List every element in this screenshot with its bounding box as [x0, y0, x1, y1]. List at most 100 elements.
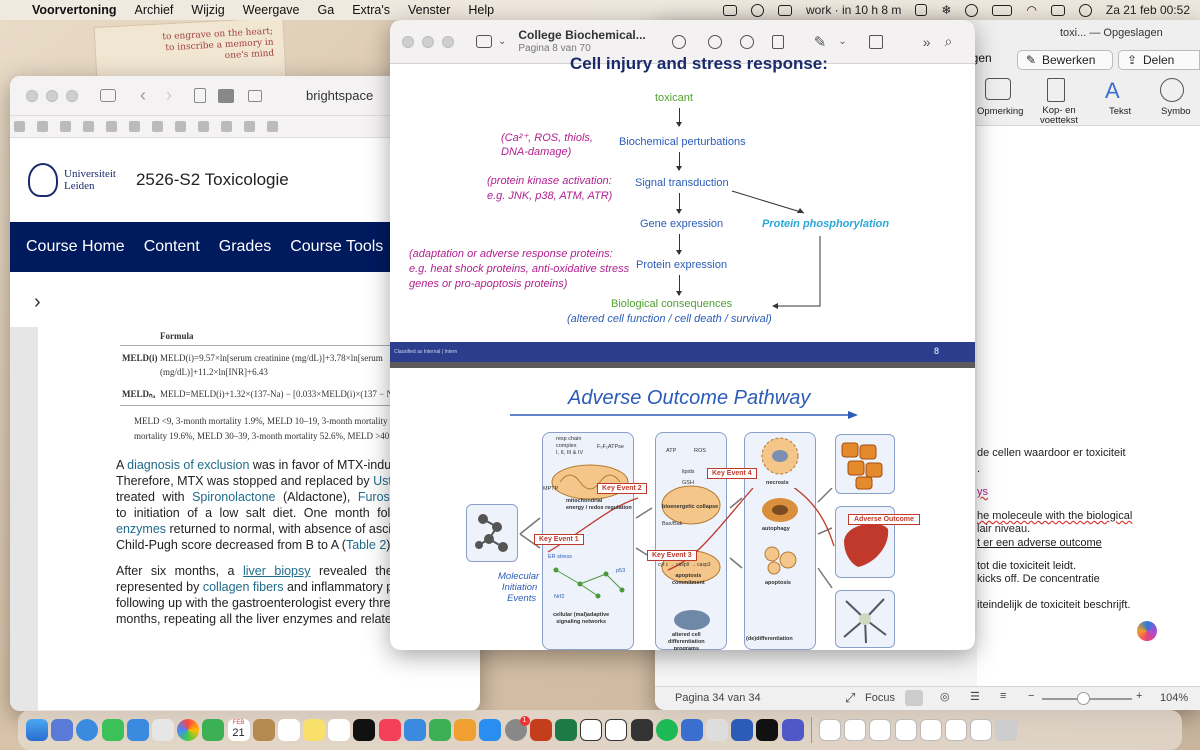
reminders-icon[interactable]: [277, 719, 300, 741]
back-icon[interactable]: ‹: [140, 85, 146, 106]
clock[interactable]: Za 21 feb 00:52: [1106, 3, 1190, 17]
snowflake-icon[interactable]: ❄: [941, 3, 951, 17]
wifi-icon[interactable]: ◠: [1026, 3, 1036, 17]
focus-icon[interactable]: ⤢: [845, 690, 855, 706]
comment-icon[interactable]: [985, 78, 1011, 100]
zoom-out-icon[interactable]: [707, 34, 722, 49]
system-settings-icon[interactable]: 1: [504, 716, 530, 741]
draft-icon[interactable]: ≡: [1000, 690, 1006, 702]
info-icon[interactable]: [671, 34, 686, 49]
nav-course-tools[interactable]: Course Tools ⌄: [290, 238, 398, 256]
ribbon-symbol[interactable]: Symbo: [1161, 106, 1191, 117]
zoom-in-icon[interactable]: [739, 34, 754, 49]
text-icon[interactable]: A: [1105, 78, 1120, 104]
battery-icon[interactable]: [992, 4, 1013, 16]
siri-icon[interactable]: [1078, 3, 1092, 17]
print-layout-icon[interactable]: [905, 690, 923, 706]
calendar-icon[interactable]: FEB 21: [227, 719, 250, 741]
music-icon[interactable]: [378, 719, 401, 741]
slide-9[interactable]: Adverse Outcome Pathway Molecular Initia…: [390, 368, 975, 650]
recent-document-icon[interactable]: [819, 719, 841, 741]
rotate-icon[interactable]: [868, 34, 883, 49]
zoom-out-button[interactable]: −: [1028, 690, 1034, 702]
notion-icon[interactable]: [915, 4, 928, 16]
ext-icon[interactable]: [14, 121, 25, 132]
recent-document-icon[interactable]: [919, 719, 942, 741]
stocks-icon[interactable]: [630, 719, 653, 741]
ext-icon[interactable]: [267, 121, 278, 132]
safari-icon[interactable]: [76, 719, 99, 741]
ext-icon[interactable]: [221, 121, 232, 132]
nav-content[interactable]: Content: [144, 238, 200, 256]
numbers-icon[interactable]: [429, 719, 451, 741]
share-icon[interactable]: [771, 34, 784, 49]
trash-icon[interactable]: [995, 719, 1018, 741]
zoom-level[interactable]: 104%: [1160, 692, 1188, 704]
finder-icon[interactable]: [26, 719, 48, 741]
maps-icon[interactable]: [151, 719, 174, 741]
ribbon-comment[interactable]: Opmerking: [977, 106, 1023, 117]
symbol-icon[interactable]: [1160, 78, 1184, 102]
window-controls[interactable]: [402, 35, 454, 48]
photos-icon[interactable]: [177, 719, 200, 741]
ext-icon[interactable]: [60, 121, 71, 132]
link-diagnosis[interactable]: diagnosis of exclusion: [127, 458, 249, 472]
sidebar-icon[interactable]: [476, 35, 492, 48]
work-status[interactable]: work · in 10 h 8 m: [806, 3, 901, 17]
ext-icon[interactable]: [244, 121, 255, 132]
header-footer-icon[interactable]: [1047, 78, 1065, 102]
notion-calendar-icon[interactable]: [605, 719, 628, 741]
keynote-icon[interactable]: [403, 719, 426, 741]
launchpad-icon[interactable]: [51, 719, 74, 741]
focus-label[interactable]: Focus: [865, 692, 895, 704]
menu-weergave[interactable]: Weergave: [243, 3, 300, 17]
recent-document-icon[interactable]: [970, 719, 993, 741]
ext-icon[interactable]: [37, 121, 48, 132]
window-controls[interactable]: [26, 89, 78, 102]
link-spironolactone[interactable]: Spironolactone: [192, 490, 275, 504]
ext-icon[interactable]: [83, 121, 94, 132]
ext-icon[interactable]: [198, 121, 209, 132]
word-document[interactable]: de cellen waardoor er toxiciteit . ys he…: [977, 126, 1200, 710]
sidebar-icon[interactable]: [100, 89, 116, 102]
outline-icon[interactable]: ☰: [970, 690, 980, 703]
gallery-icon[interactable]: [218, 88, 234, 103]
nav-grades[interactable]: Grades: [219, 238, 271, 256]
web-layout-icon[interactable]: ◎: [940, 690, 950, 703]
zoom-in-button[interactable]: +: [1136, 690, 1142, 702]
menu-archief[interactable]: Archief: [135, 3, 174, 17]
preview-icon[interactable]: [706, 719, 729, 741]
ext-icon[interactable]: [175, 121, 186, 132]
chevron-down-icon[interactable]: ⌄: [498, 36, 506, 47]
recent-document-icon[interactable]: [944, 719, 967, 741]
focus-icon[interactable]: [778, 4, 792, 16]
zoom-slider-knob[interactable]: [1076, 692, 1090, 705]
control-center-icon[interactable]: [1050, 4, 1065, 16]
menu-extras[interactable]: Extra's: [352, 3, 390, 17]
nav-course-home[interactable]: Course Home: [26, 238, 125, 256]
page-icon[interactable]: [194, 88, 206, 103]
recent-document-icon[interactable]: [894, 719, 917, 741]
teams-icon[interactable]: [781, 719, 804, 741]
creative-cloud-icon[interactable]: [723, 4, 737, 16]
messages-icon[interactable]: [101, 719, 124, 741]
ribbon-text[interactable]: Tekst: [1109, 106, 1131, 117]
share-button[interactable]: ⇪ Delen: [1118, 50, 1200, 70]
more-icon[interactable]: »: [923, 34, 931, 50]
menu-ga[interactable]: Ga: [318, 3, 335, 17]
recent-document-icon[interactable]: [844, 719, 867, 741]
menu-wijzig[interactable]: Wijzig: [191, 3, 224, 17]
link-enzymes[interactable]: enzymes: [116, 522, 166, 536]
slide-8[interactable]: Cell injury and stress response: toxican…: [390, 54, 975, 362]
contacts-icon[interactable]: [252, 719, 275, 741]
recent-document-icon[interactable]: [869, 719, 892, 741]
powerpoint-icon[interactable]: [529, 719, 552, 741]
link-collagen-fibers[interactable]: collagen fibers: [203, 580, 284, 594]
excel-icon[interactable]: [554, 719, 577, 741]
reader-icon[interactable]: [248, 89, 262, 102]
freeform-icon[interactable]: [328, 719, 351, 741]
menu-help[interactable]: Help: [468, 3, 494, 17]
theater-icon[interactable]: [751, 3, 764, 17]
capcut-icon[interactable]: [756, 719, 779, 741]
mail-icon[interactable]: [126, 719, 149, 741]
